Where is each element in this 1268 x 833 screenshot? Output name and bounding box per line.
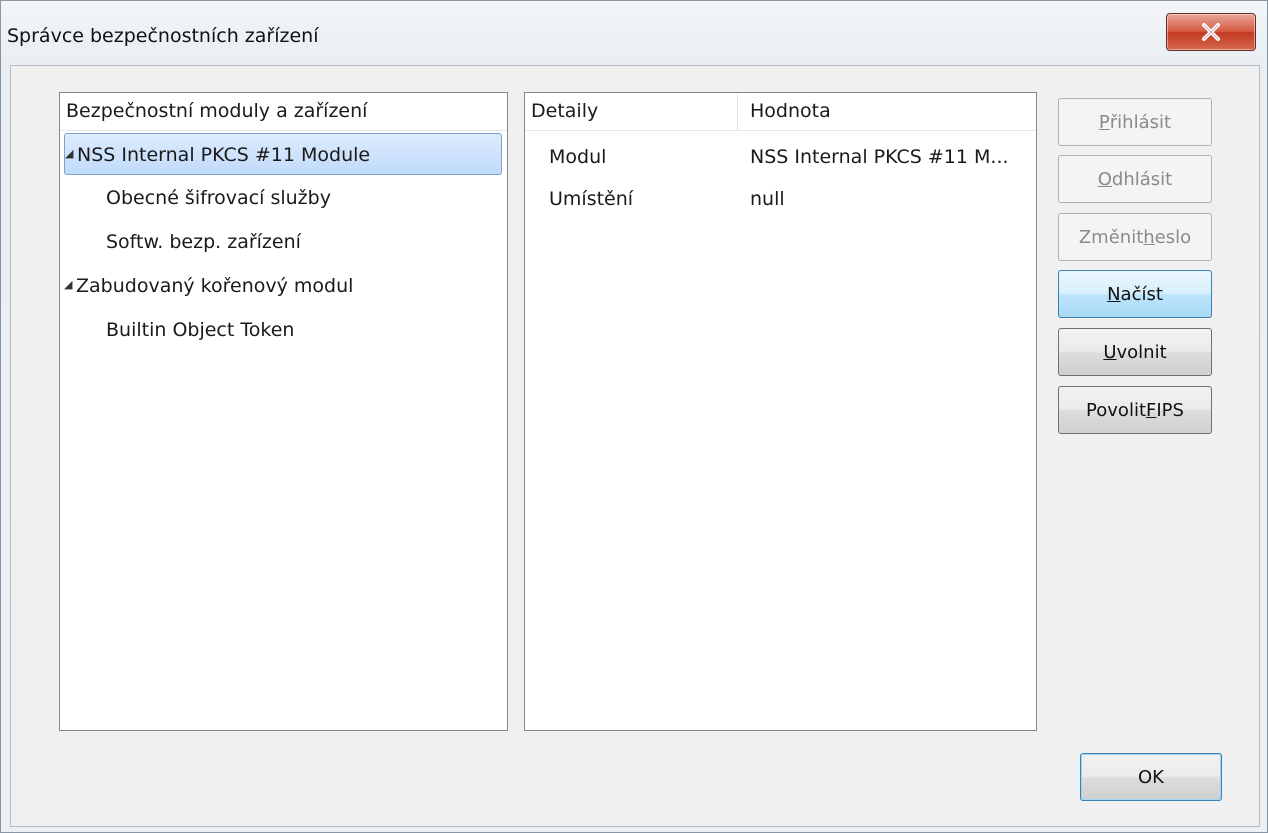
button-label: eslo	[1154, 226, 1192, 248]
tree-column-header[interactable]: Bezpečnostní moduly a zařízení	[60, 93, 507, 131]
tree-item-builtin-object-token[interactable]: Builtin Object Token	[64, 309, 502, 351]
tree-item-label: Softw. bezp. zařízení	[106, 231, 301, 253]
tree-item-label: Obecné šifrovací služby	[106, 187, 331, 209]
button-label: volnit	[1116, 341, 1167, 363]
access-key: P	[1098, 111, 1110, 133]
triangle-expander-icon[interactable]: ◢	[65, 133, 75, 175]
dialog-window: Správce bezpečnostních zařízení Bezpečno…	[0, 0, 1268, 833]
column-header-value[interactable]: Hodnota	[738, 93, 1036, 131]
button-label: IPS	[1156, 399, 1184, 421]
modules-tree[interactable]: Bezpečnostní moduly a zařízení ◢ NSS Inte…	[59, 92, 508, 731]
dialog-client-area: Bezpečnostní moduly a zařízení ◢ NSS Inte…	[10, 65, 1260, 827]
close-icon	[1202, 23, 1220, 41]
access-key: U	[1103, 341, 1117, 363]
column-header-details[interactable]: Detaily	[525, 93, 738, 131]
access-key: O	[1097, 168, 1112, 190]
logout-button[interactable]: Odhlásit	[1058, 155, 1212, 203]
details-table[interactable]: Detaily Hodnota Modul NSS Internal PKCS …	[524, 92, 1037, 731]
window-title: Správce bezpečnostních zařízení	[7, 25, 319, 47]
tree-item-nss-internal-module[interactable]: ◢ NSS Internal PKCS #11 Module	[64, 133, 502, 175]
button-label: řihlásit	[1109, 111, 1172, 133]
tree-item-software-security-device[interactable]: Softw. bezp. zařízení	[64, 221, 502, 263]
load-button[interactable]: Načíst	[1058, 270, 1212, 318]
tree-item-label: Zabudovaný kořenový modul	[76, 275, 354, 297]
ok-button[interactable]: OK	[1080, 753, 1222, 801]
button-label: Povolit	[1086, 399, 1146, 421]
enable-fips-button[interactable]: Povolit F IPS	[1058, 386, 1212, 434]
access-key: N	[1107, 283, 1121, 305]
login-button[interactable]: Přihlásit	[1058, 98, 1212, 146]
detail-name-cell: Modul	[549, 146, 607, 168]
change-password-button[interactable]: Změnit h eslo	[1058, 213, 1212, 261]
tree-item-generic-crypto-services[interactable]: Obecné šifrovací služby	[64, 177, 502, 219]
button-label: Změnit	[1078, 226, 1144, 248]
access-key: h	[1143, 226, 1155, 248]
tree-item-label: Builtin Object Token	[106, 319, 295, 341]
tree-item-builtin-root-module[interactable]: ◢ Zabudovaný kořenový modul	[64, 265, 502, 307]
unload-button[interactable]: Uvolnit	[1058, 328, 1212, 376]
detail-value-cell: null	[750, 188, 785, 210]
triangle-expander-icon[interactable]: ◢	[64, 264, 74, 306]
access-key: F	[1146, 399, 1157, 421]
close-button[interactable]	[1166, 13, 1256, 51]
button-label: ačíst	[1120, 283, 1163, 305]
detail-name-cell: Umístění	[549, 188, 634, 210]
tree-item-label: NSS Internal PKCS #11 Module	[77, 144, 371, 166]
detail-value-cell: NSS Internal PKCS #11 M...	[750, 146, 1009, 168]
title-bar[interactable]: Správce bezpečnostních zařízení	[1, 1, 1267, 65]
button-label: dhlásit	[1111, 168, 1173, 190]
